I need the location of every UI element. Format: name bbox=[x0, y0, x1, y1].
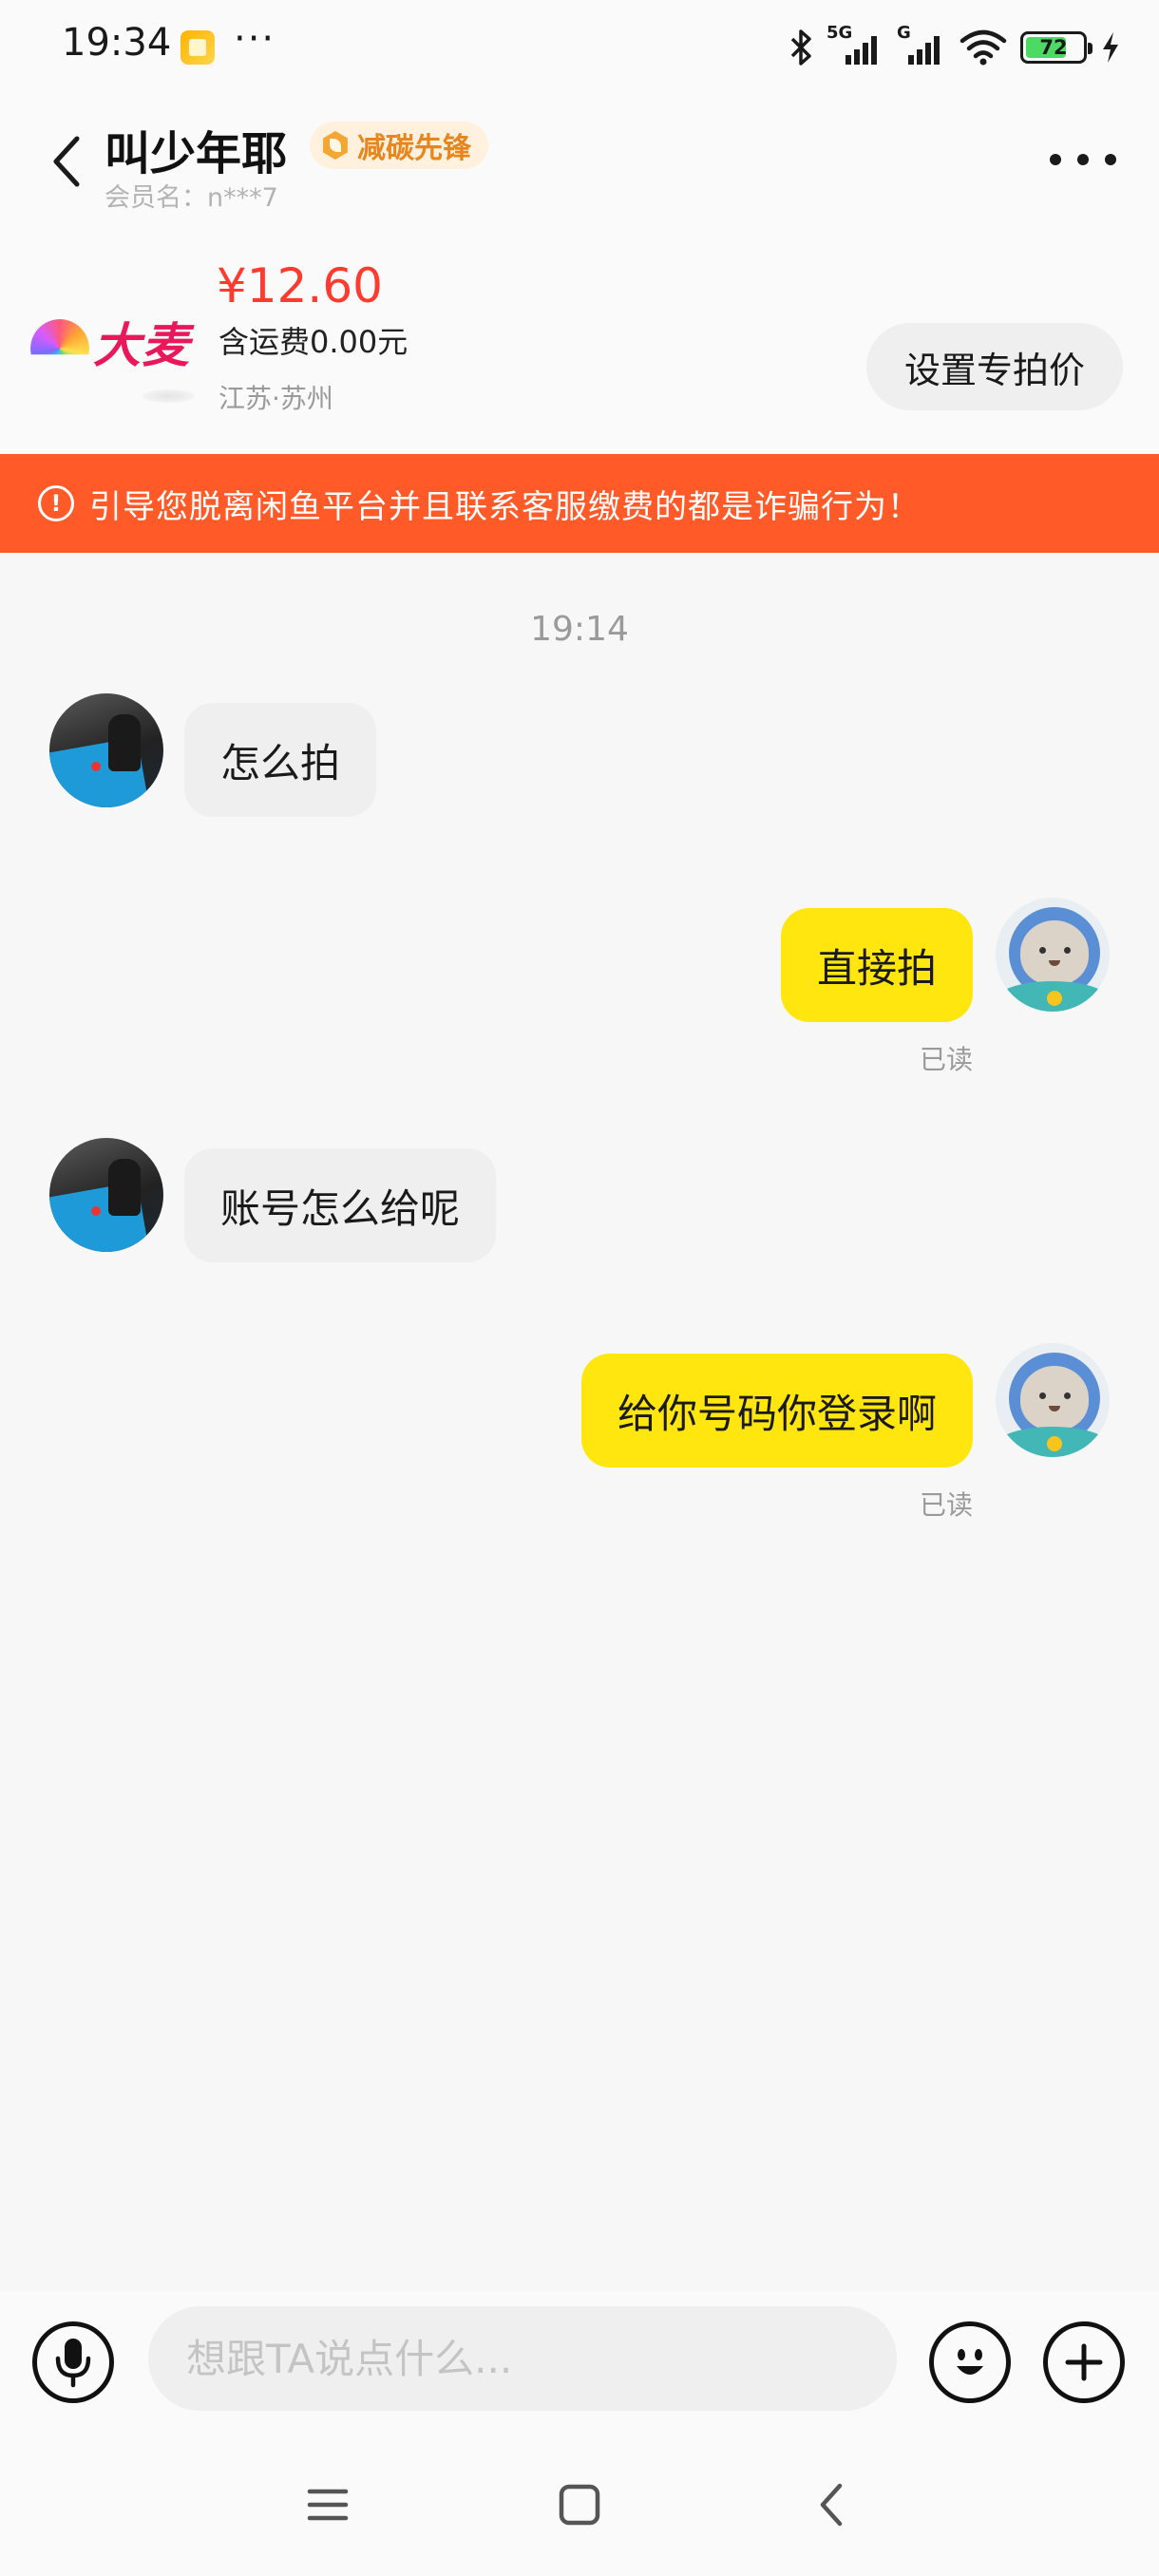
bluetooth-icon bbox=[790, 29, 811, 66]
fraud-warning-banner: ! 引导您脱离闲鱼平台并且联系客服缴费的都是诈骗行为！ bbox=[0, 454, 1159, 553]
set-special-price-button[interactable]: 设置专拍价 bbox=[866, 323, 1123, 410]
other-user-avatar[interactable] bbox=[49, 693, 163, 807]
carbon-badge[interactable]: 减碳先锋 bbox=[310, 122, 488, 169]
product-thumbnail[interactable]: 大麦 bbox=[30, 309, 201, 375]
badge-label: 减碳先锋 bbox=[357, 132, 471, 165]
voice-input-button[interactable] bbox=[32, 2321, 114, 2403]
system-back-button[interactable] bbox=[798, 2476, 864, 2533]
read-status: 已读 bbox=[919, 1489, 973, 1521]
wifi-icon bbox=[960, 29, 1007, 66]
emoji-button[interactable] bbox=[929, 2321, 1011, 2403]
member-name: 会员名：n***7 bbox=[104, 183, 278, 213]
cellular-g-icon: G bbox=[897, 23, 946, 68]
cellular-5g-icon: 5G bbox=[826, 23, 884, 68]
contact-name: 叫少年耶 bbox=[104, 127, 288, 180]
warning-icon: ! bbox=[38, 485, 74, 521]
warning-text: 引导您脱离闲鱼平台并且联系客服缴费的都是诈骗行为！ bbox=[89, 487, 921, 526]
message-bubble[interactable]: 直接拍 bbox=[780, 908, 973, 1022]
recent-apps-button[interactable] bbox=[294, 2476, 361, 2533]
status-more-dots: ··· bbox=[234, 17, 276, 61]
charging-bolt-icon bbox=[1103, 32, 1118, 63]
message-bubble[interactable]: 账号怎么给呢 bbox=[184, 1148, 497, 1262]
battery-icon: 72 bbox=[1020, 31, 1092, 64]
more-actions-button[interactable] bbox=[1043, 2321, 1125, 2403]
message-bubble[interactable]: 给你号码你登录啊 bbox=[580, 1354, 973, 1468]
more-options-button[interactable] bbox=[1050, 141, 1116, 179]
system-navigation-bar bbox=[0, 2434, 1159, 2576]
other-user-avatar[interactable] bbox=[49, 1138, 163, 1252]
status-icons: 5G G 72 bbox=[788, 23, 1121, 70]
back-nav-icon bbox=[820, 2483, 843, 2527]
damai-flower-logo-icon bbox=[30, 319, 89, 355]
menu-icon bbox=[307, 2489, 349, 2521]
read-status: 已读 bbox=[919, 1044, 973, 1075]
status-bar: 19:34 ··· 5G G 72 bbox=[0, 0, 1159, 95]
shipping-fee: 含运费0.00元 bbox=[218, 324, 408, 360]
battery-level: 72 bbox=[1039, 36, 1068, 59]
product-price: ¥12.60 bbox=[217, 258, 383, 313]
back-arrow-icon bbox=[53, 136, 80, 187]
product-card[interactable]: 大麦 ¥12.60 含运费0.00元 江苏·苏州 设置专拍价 bbox=[0, 218, 1159, 454]
status-time: 19:34 bbox=[62, 21, 172, 65]
message-input[interactable] bbox=[148, 2306, 897, 2411]
chat-messages[interactable]: 19:14 怎么拍 直接拍 已读 账号怎么给呢 给你号码你登录啊 已读 bbox=[0, 553, 1159, 2291]
self-avatar[interactable] bbox=[996, 898, 1110, 1012]
product-location: 江苏·苏州 bbox=[218, 383, 333, 414]
logo-text: 大麦 bbox=[93, 318, 190, 373]
emoji-icon bbox=[957, 2349, 983, 2375]
leaf-hexagon-icon bbox=[323, 131, 348, 160]
chat-header: 叫少年耶 减碳先锋 会员名：n***7 bbox=[0, 95, 1159, 218]
home-button[interactable] bbox=[546, 2476, 613, 2533]
message-bubble[interactable]: 怎么拍 bbox=[184, 703, 377, 817]
notification-app-icon bbox=[180, 30, 215, 65]
more-dots-icon bbox=[1050, 154, 1061, 165]
plus-icon bbox=[1065, 2343, 1103, 2381]
back-button[interactable] bbox=[38, 123, 95, 199]
microphone-icon bbox=[55, 2339, 91, 2388]
self-avatar[interactable] bbox=[996, 1343, 1110, 1457]
message-timestamp: 19:14 bbox=[530, 610, 629, 649]
message-input-bar bbox=[0, 2291, 1159, 2434]
home-icon bbox=[559, 2484, 600, 2526]
